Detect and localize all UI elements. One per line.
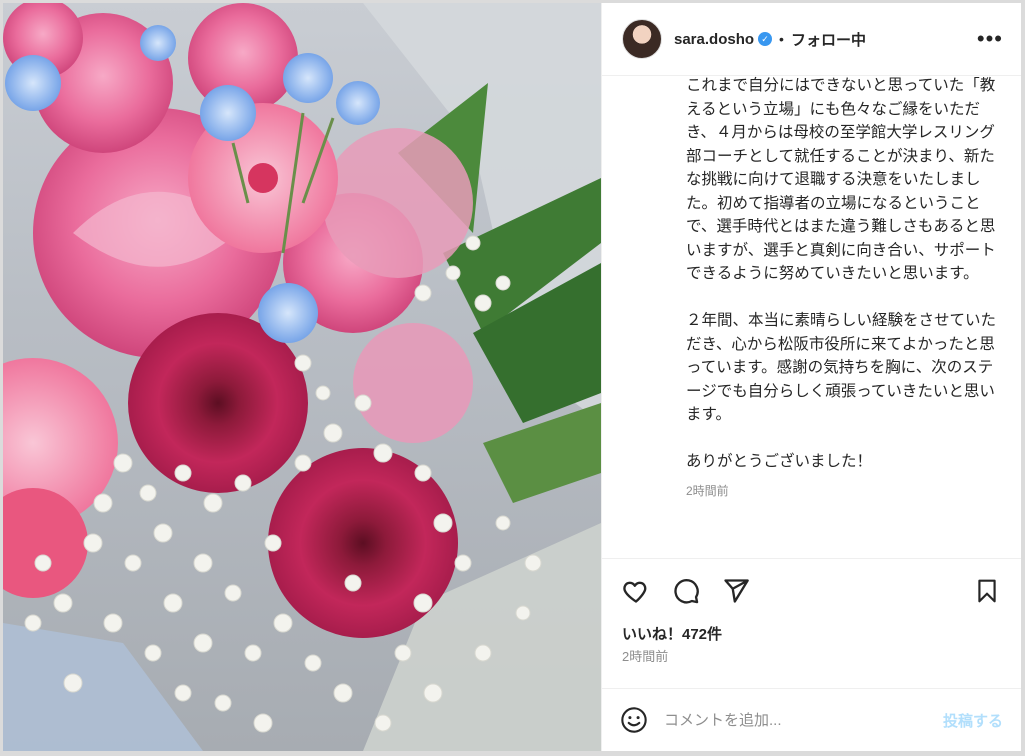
following-button[interactable]: フォロー中 [791,29,866,50]
post-comment-button[interactable]: 投稿する [943,710,1003,731]
action-bar [602,559,1021,623]
avatar[interactable] [622,19,662,59]
verified-badge-icon: ✓ [758,32,773,46]
bookmark-icon [978,579,996,603]
post-photo[interactable] [3,3,601,751]
emoji-button[interactable] [618,704,650,736]
like-button[interactable] [620,575,652,607]
comment-input[interactable] [662,710,943,730]
smiley-icon [621,707,647,733]
more-options-icon[interactable]: ••• [977,28,1003,50]
instagram-post-embed: sara.dosho ✓ • フォロー中 ••• これまで自分にはできないと思っ… [2,2,1022,752]
like-count[interactable]: いいね！472件 [602,623,1021,647]
heart-icon [623,581,647,603]
paper-plane-icon [724,579,749,603]
post-header: sara.dosho ✓ • フォロー中 ••• [602,3,1021,76]
comment-icon [674,579,699,604]
flower-bouquet-image [3,3,601,751]
post-details-panel: sara.dosho ✓ • フォロー中 ••• これまで自分にはできないと思っ… [601,3,1021,751]
caption-area: これまで自分にはできないと思っていた「教えるという立場」にも色々なご縁をいただき… [602,76,1021,559]
separator-dot: • [779,31,784,47]
caption-timestamp: 2時間前 [686,483,729,498]
username-link[interactable]: sara.dosho [674,31,754,48]
comment-bar: 投稿する [602,688,1021,751]
post-timestamp[interactable]: 2時間前 [602,647,1021,667]
save-button[interactable] [971,575,1003,607]
caption-text: これまで自分にはできないと思っていた「教えるという立場」にも色々なご縁をいただき… [686,77,997,470]
comment-button[interactable] [670,575,702,607]
share-button[interactable] [720,575,752,607]
